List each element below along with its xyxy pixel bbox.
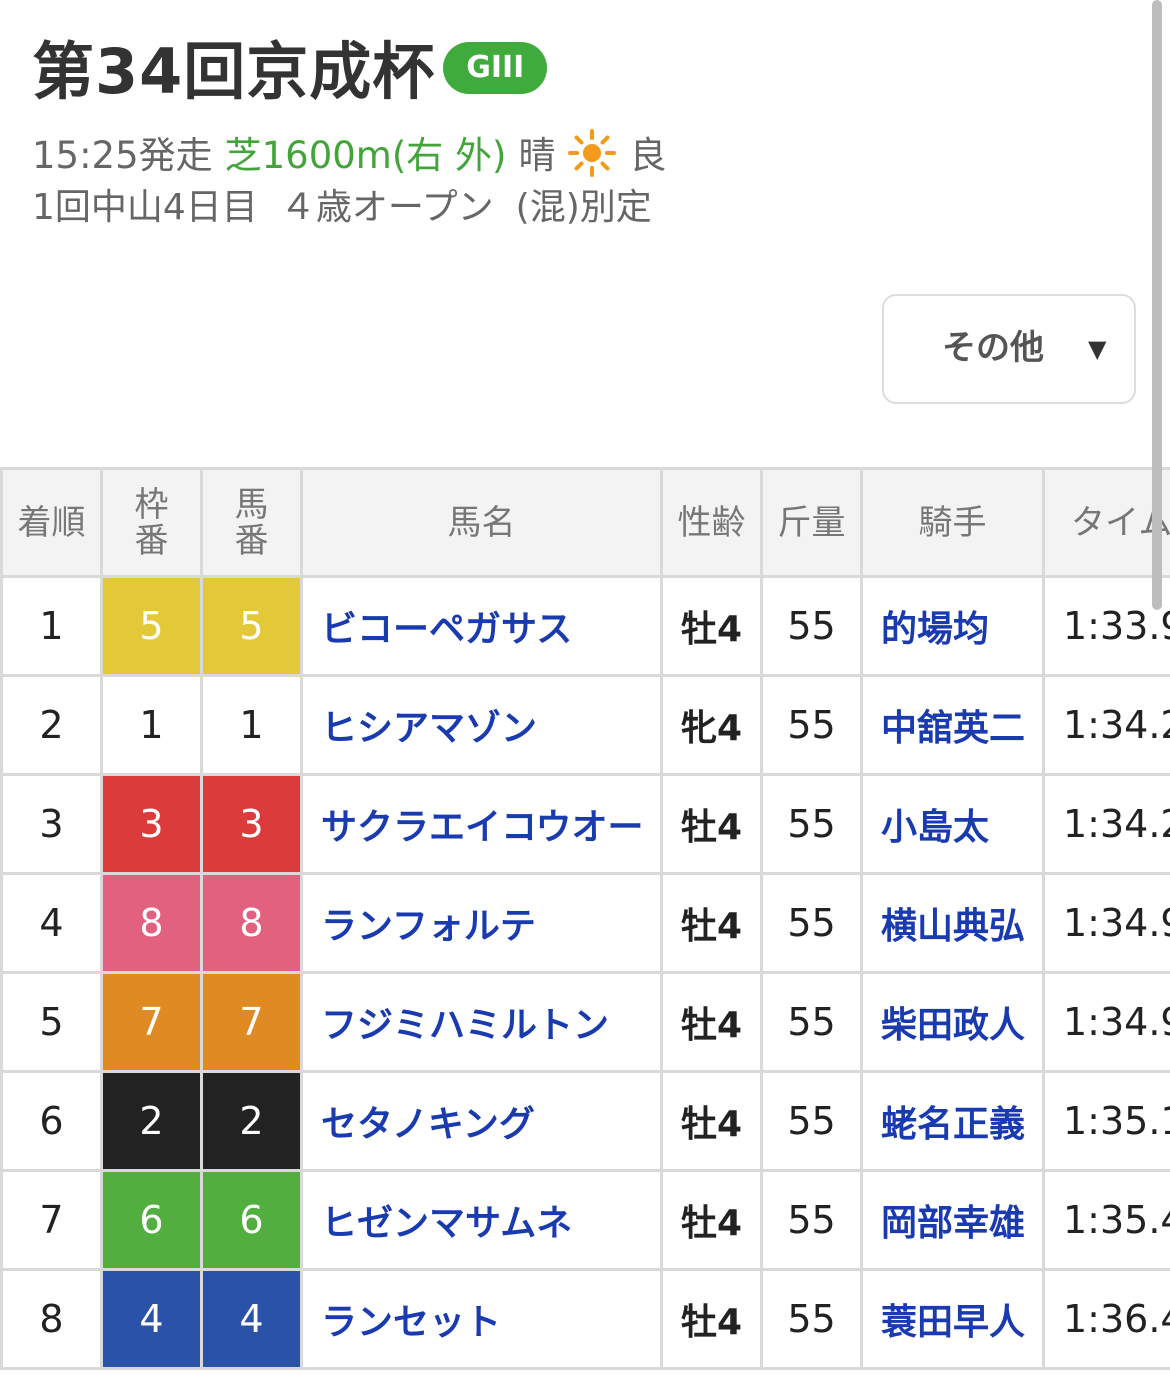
header-horse-name: 馬名 bbox=[300, 467, 663, 578]
horse-number-cell: 4 bbox=[200, 1268, 303, 1370]
table-row: 577フジミハミルトン牡455柴田政人1:34.9 bbox=[0, 971, 1170, 1073]
jockey-link[interactable]: 小島太 bbox=[860, 773, 1045, 875]
sex-age-cell: 牡4 bbox=[660, 773, 763, 875]
rank-cell: 1 bbox=[0, 575, 103, 677]
waku-number-cell: 3 bbox=[100, 773, 203, 875]
rank-cell: 4 bbox=[0, 872, 103, 974]
rank-cell: 3 bbox=[0, 773, 103, 875]
waku-number-cell: 1 bbox=[100, 674, 203, 776]
horse-number-cell: 6 bbox=[200, 1169, 303, 1271]
vertical-scrollbar[interactable] bbox=[1152, 0, 1162, 610]
table-row: 488ランフォルテ牡455横山典弘1:34.9 bbox=[0, 872, 1170, 974]
horse-name-link[interactable]: フジミハミルトン bbox=[300, 971, 663, 1073]
weight-cell: 55 bbox=[760, 1268, 863, 1370]
waku-number-cell: 7 bbox=[100, 971, 203, 1073]
time-cell: 1:36.4 bbox=[1042, 1268, 1170, 1370]
horse-name-link[interactable]: ランセット bbox=[300, 1268, 663, 1370]
time-cell: 1:35.4 bbox=[1042, 1169, 1170, 1271]
table-row: 622セタノキング牡455蛯名正義1:35.1 bbox=[0, 1070, 1170, 1172]
rank-cell: 2 bbox=[0, 674, 103, 776]
table-row: 333サクラエイコウオー牡455小島太1:34.2 bbox=[0, 773, 1170, 875]
rank-cell: 6 bbox=[0, 1070, 103, 1172]
table-header-row: 着順 枠番 馬番 馬名 性齢 斤量 騎手 タイム bbox=[0, 467, 1170, 578]
table-row: 155ビコーペガサス牡455的場均1:33.9 bbox=[0, 575, 1170, 677]
header-waku-line2: 番 bbox=[134, 520, 169, 561]
time-cell: 1:34.2 bbox=[1042, 674, 1170, 776]
time-cell: 1:34.2 bbox=[1042, 773, 1170, 875]
horse-name-link[interactable]: セタノキング bbox=[300, 1070, 663, 1172]
sex-age-cell: 牡4 bbox=[660, 1268, 763, 1370]
waku-number-cell: 8 bbox=[100, 872, 203, 974]
jockey-link[interactable]: 蓑田早人 bbox=[860, 1268, 1045, 1370]
horse-number-cell: 8 bbox=[200, 872, 303, 974]
time-cell: 1:34.9 bbox=[1042, 872, 1170, 974]
jockey-link[interactable]: 的場均 bbox=[860, 575, 1045, 677]
weight-cell: 55 bbox=[760, 1070, 863, 1172]
sex-age-cell: 牡4 bbox=[660, 1070, 763, 1172]
horse-name-link[interactable]: サクラエイコウオー bbox=[300, 773, 663, 875]
table-row: 844ランセット牡455蓑田早人1:36.4 bbox=[0, 1268, 1170, 1370]
rank-cell: 8 bbox=[0, 1268, 103, 1370]
header-jockey: 騎手 bbox=[860, 467, 1045, 578]
sex-age-cell: 牡4 bbox=[660, 1169, 763, 1271]
time-cell: 1:35.1 bbox=[1042, 1070, 1170, 1172]
weight-cell: 55 bbox=[760, 1169, 863, 1271]
header-uma-line2: 番 bbox=[234, 520, 269, 561]
rank-cell: 7 bbox=[0, 1169, 103, 1271]
waku-number-cell: 5 bbox=[100, 575, 203, 677]
jockey-link[interactable]: 横山典弘 bbox=[860, 872, 1045, 974]
sex-age-cell: 牡4 bbox=[660, 872, 763, 974]
header-sex-age: 性齢 bbox=[660, 467, 763, 578]
header-rank: 着順 bbox=[0, 467, 103, 578]
horse-name-link[interactable]: ビコーペガサス bbox=[300, 575, 663, 677]
horse-name-link[interactable]: ランフォルテ bbox=[300, 872, 663, 974]
header-uma-line1: 馬 bbox=[234, 484, 269, 525]
horse-number-cell: 5 bbox=[200, 575, 303, 677]
results-body: 155ビコーペガサス牡455的場均1:33.9211ヒシアマゾン牝455中舘英二… bbox=[0, 575, 1170, 1370]
table-viewport[interactable]: 着順 枠番 馬番 馬名 性齢 斤量 騎手 タイム 1 5 5 ビコーペガサス 牡4 55 的… bbox=[0, 0, 1170, 1384]
horse-name-link[interactable]: ヒゼンマサムネ bbox=[300, 1169, 663, 1271]
horse-name-link[interactable]: ヒシアマゾン bbox=[300, 674, 663, 776]
jockey-link[interactable]: 柴田政人 bbox=[860, 971, 1045, 1073]
horse-number-cell: 7 bbox=[200, 971, 303, 1073]
header-waku-line1: 枠 bbox=[134, 484, 169, 525]
weight-cell: 55 bbox=[760, 872, 863, 974]
weight-cell: 55 bbox=[760, 971, 863, 1073]
sex-age-cell: 牡4 bbox=[660, 971, 763, 1073]
time-cell: 1:34.9 bbox=[1042, 971, 1170, 1073]
weight-cell: 55 bbox=[760, 575, 863, 677]
waku-number-cell: 4 bbox=[100, 1268, 203, 1370]
waku-number-cell: 6 bbox=[100, 1169, 203, 1271]
waku-number-cell: 2 bbox=[100, 1070, 203, 1172]
table-row: 766ヒゼンマサムネ牡455岡部幸雄1:35.4 bbox=[0, 1169, 1170, 1271]
jockey-link[interactable]: 中舘英二 bbox=[860, 674, 1045, 776]
horse-number-cell: 2 bbox=[200, 1070, 303, 1172]
horse-number-cell: 3 bbox=[200, 773, 303, 875]
jockey-link[interactable]: 岡部幸雄 bbox=[860, 1169, 1045, 1271]
weight-cell: 55 bbox=[760, 674, 863, 776]
sex-age-cell: 牝4 bbox=[660, 674, 763, 776]
horse-number-cell: 1 bbox=[200, 674, 303, 776]
table-row: 211ヒシアマゾン牝455中舘英二1:34.2 bbox=[0, 674, 1170, 776]
jockey-link[interactable]: 蛯名正義 bbox=[860, 1070, 1045, 1172]
weight-cell: 55 bbox=[760, 773, 863, 875]
results-table: 着順 枠番 馬番 馬名 性齢 斤量 騎手 タイム 1 5 5 ビコーペガサス 牡4 55 的… bbox=[0, 467, 1170, 1370]
header-weight: 斤量 bbox=[760, 467, 863, 578]
sex-age-cell: 牡4 bbox=[660, 575, 763, 677]
header-waku: 枠番 bbox=[100, 467, 203, 578]
header-uma: 馬番 bbox=[200, 467, 303, 578]
rank-cell: 5 bbox=[0, 971, 103, 1073]
